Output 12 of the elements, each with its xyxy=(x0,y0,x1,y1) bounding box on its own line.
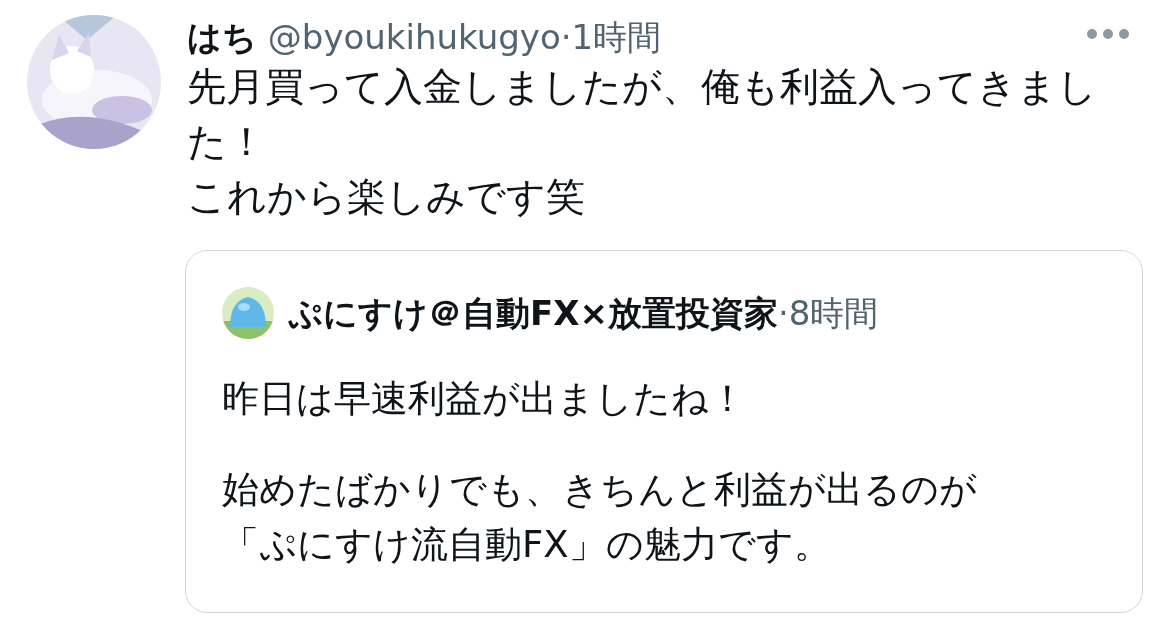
display-name: ぷにすけ＠自動FX×放置投資家 xyxy=(288,293,778,333)
display-name: はち xyxy=(187,17,257,57)
tweet-text: これから楽しみです笑 xyxy=(187,173,586,221)
quote-text: 始めたばかりでも、きちんと利益が出るのが xyxy=(222,467,978,513)
timestamp: ·1時間 xyxy=(560,17,662,57)
tweet-text: 先月買って入金しましたが、俺も利益入ってきました！ xyxy=(187,63,1098,166)
quote-text: 昨日は早速利益が出ましたね！ xyxy=(222,376,747,422)
quote-text: 「ぷにすけ流自動FX」の魅力です。 xyxy=(222,522,832,568)
user-handle: @byoukihukugyo xyxy=(267,17,561,57)
quote-card[interactable]: ぷにすけ＠自動FX×放置投資家·8時間 昨日は早速利益が出ましたね！ 始めたばかりでも、きちんと利益が出るのが 「ぷにすけ流自動FX」の魅力です。 xyxy=(185,250,1143,613)
more-options-icon[interactable] xyxy=(1086,28,1130,40)
timestamp: ·8時間 xyxy=(777,293,879,333)
